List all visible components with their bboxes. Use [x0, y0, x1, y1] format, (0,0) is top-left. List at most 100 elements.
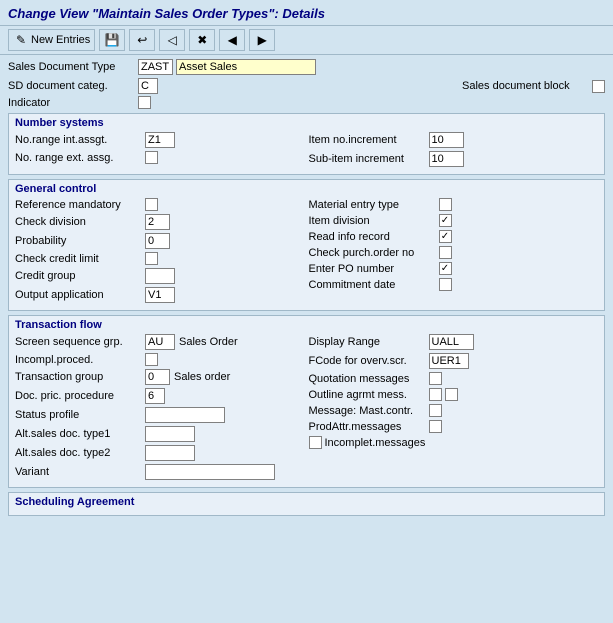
- sales-doc-block-label: Sales document block: [462, 80, 592, 92]
- transaction-flow-title: Transaction flow: [15, 319, 598, 331]
- sales-doc-type-code[interactable]: [138, 59, 173, 75]
- alt-sales1-label: Alt.sales doc. type1: [15, 428, 145, 440]
- check-credit-checkbox[interactable]: [145, 252, 158, 265]
- nav-next-button[interactable]: ▶: [249, 29, 275, 51]
- scheduling-section: Scheduling Agreement: [8, 492, 605, 516]
- credit-group-value[interactable]: [145, 268, 175, 284]
- quotation-msg-checkbox[interactable]: [429, 372, 442, 385]
- save-button[interactable]: 💾: [99, 29, 125, 51]
- screen-seq-text: Sales Order: [179, 336, 238, 348]
- alt-sales2-value[interactable]: [145, 445, 195, 461]
- ref-mandatory-label: Reference mandatory: [15, 199, 145, 211]
- quotation-msg-label: Quotation messages: [309, 373, 429, 385]
- page-title: Change View "Maintain Sales Order Types"…: [8, 6, 605, 21]
- outline-agrmt-label: Outline agrmt mess.: [309, 389, 429, 401]
- message-mast-checkbox[interactable]: [429, 404, 442, 417]
- incompl-proced-label: Incompl.proced.: [15, 354, 145, 366]
- display-range-value[interactable]: [429, 334, 474, 350]
- enter-po-checkbox[interactable]: [439, 262, 452, 275]
- new-entries-button[interactable]: ✎ New Entries: [8, 29, 95, 51]
- indicator-label: Indicator: [8, 97, 138, 109]
- incompl-proced-checkbox[interactable]: [145, 353, 158, 366]
- prodattr-label: ProdAttr.messages: [309, 421, 429, 433]
- number-systems-section: Number systems No.range int.assgt. No. r…: [8, 113, 605, 175]
- sd-doc-categ-label: SD document categ.: [8, 80, 138, 92]
- new-entries-label: New Entries: [31, 34, 90, 46]
- sales-doc-block-checkbox[interactable]: [592, 80, 605, 93]
- probability-value[interactable]: [145, 233, 170, 249]
- title-bar: Change View "Maintain Sales Order Types"…: [0, 0, 613, 26]
- credit-group-label: Credit group: [15, 270, 145, 282]
- variant-label: Variant: [15, 466, 145, 478]
- incomplet-msg-label: Incomplet.messages: [325, 437, 426, 449]
- fcode-value[interactable]: [429, 353, 469, 369]
- commitment-date-checkbox[interactable]: [439, 278, 452, 291]
- doc-pric-value[interactable]: [145, 388, 165, 404]
- check-credit-label: Check credit limit: [15, 253, 145, 265]
- exit-icon: ✖: [194, 32, 210, 48]
- number-systems-title: Number systems: [15, 117, 598, 129]
- material-entry-checkbox[interactable]: [439, 198, 452, 211]
- sd-doc-categ-value[interactable]: [138, 78, 158, 94]
- message-mast-label: Message: Mast.contr.: [309, 405, 429, 417]
- item-division-checkbox[interactable]: [439, 214, 452, 227]
- sub-item-incr-label: Sub-item increment: [309, 153, 429, 165]
- ref-mandatory-checkbox[interactable]: [145, 198, 158, 211]
- fcode-label: FCode for overv.scr.: [309, 355, 429, 367]
- indicator-checkbox[interactable]: [138, 96, 151, 109]
- no-range-int-value[interactable]: [145, 132, 175, 148]
- scheduling-title: Scheduling Agreement: [15, 496, 598, 508]
- no-range-ext-checkbox[interactable]: [145, 151, 158, 164]
- no-range-int-label: No.range int.assgt.: [15, 134, 145, 146]
- material-entry-label: Material entry type: [309, 199, 439, 211]
- probability-label: Probability: [15, 235, 145, 247]
- back-button[interactable]: ◁: [159, 29, 185, 51]
- trans-group-label: Transaction group: [15, 371, 145, 383]
- discard-button[interactable]: ↩: [129, 29, 155, 51]
- alt-sales2-label: Alt.sales doc. type2: [15, 447, 145, 459]
- incomplet-msg-checkbox[interactable]: [309, 436, 322, 449]
- check-purch-label: Check purch.order no: [309, 247, 439, 259]
- output-app-value[interactable]: [145, 287, 175, 303]
- no-range-ext-label: No. range ext. assg.: [15, 152, 145, 164]
- toolbar: ✎ New Entries 💾 ↩ ◁ ✖ ◀ ▶: [0, 26, 613, 55]
- general-control-section: General control Reference mandatory Chec…: [8, 179, 605, 311]
- item-no-incr-value[interactable]: [429, 132, 464, 148]
- output-app-label: Output application: [15, 289, 145, 301]
- prev-icon: ◀: [224, 32, 240, 48]
- check-division-label: Check division: [15, 216, 145, 228]
- nav-prev-button[interactable]: ◀: [219, 29, 245, 51]
- general-control-title: General control: [15, 183, 598, 195]
- sales-doc-type-label: Sales Document Type: [8, 61, 138, 73]
- check-purch-checkbox[interactable]: [439, 246, 452, 259]
- screen-seq-label: Screen sequence grp.: [15, 336, 145, 348]
- discard-icon: ↩: [134, 32, 150, 48]
- alt-sales1-value[interactable]: [145, 426, 195, 442]
- variant-value[interactable]: [145, 464, 275, 480]
- screen-seq-value[interactable]: [145, 334, 175, 350]
- sub-item-incr-value[interactable]: [429, 151, 464, 167]
- commitment-date-label: Commitment date: [309, 279, 439, 291]
- read-info-checkbox[interactable]: [439, 230, 452, 243]
- sales-doc-type-value[interactable]: [176, 59, 316, 75]
- display-range-label: Display Range: [309, 336, 429, 348]
- trans-group-text: Sales order: [174, 371, 230, 383]
- doc-pric-label: Doc. pric. procedure: [15, 390, 145, 402]
- pencil-icon: ✎: [13, 32, 29, 48]
- check-division-value[interactable]: [145, 214, 170, 230]
- item-division-label: Item division: [309, 215, 439, 227]
- outline-agrmt-checkbox1[interactable]: [429, 388, 442, 401]
- read-info-label: Read info record: [309, 231, 439, 243]
- save-icon: 💾: [104, 32, 120, 48]
- prodattr-checkbox[interactable]: [429, 420, 442, 433]
- outline-agrmt-checkbox2[interactable]: [445, 388, 458, 401]
- status-profile-label: Status profile: [15, 409, 145, 421]
- trans-group-value[interactable]: [145, 369, 170, 385]
- exit-button[interactable]: ✖: [189, 29, 215, 51]
- item-no-incr-label: Item no.increment: [309, 134, 429, 146]
- transaction-flow-section: Transaction flow Screen sequence grp. Sa…: [8, 315, 605, 488]
- enter-po-label: Enter PO number: [309, 263, 439, 275]
- next-icon: ▶: [254, 32, 270, 48]
- back-icon: ◁: [164, 32, 180, 48]
- status-profile-value[interactable]: [145, 407, 225, 423]
